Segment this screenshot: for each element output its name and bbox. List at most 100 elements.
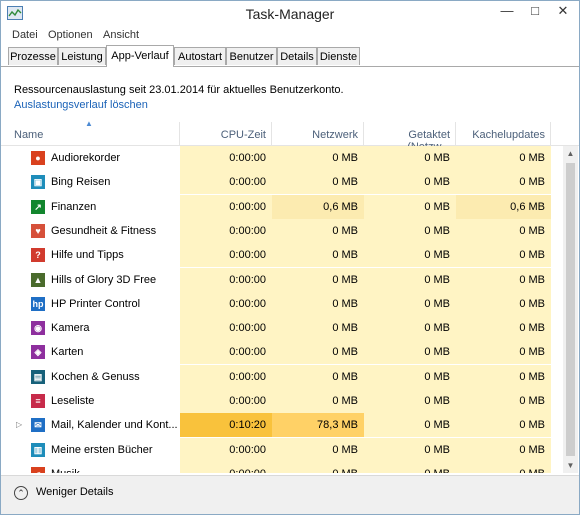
scroll-up-icon[interactable]: ▲ bbox=[563, 146, 578, 161]
menu-bar: Datei Optionen Ansicht bbox=[1, 27, 579, 44]
table-row[interactable]: ▷ ✉ Mail, Kalender und Kont... 0:10:20 78,3 … bbox=[1, 413, 563, 438]
table-row[interactable]: ♥ Gesundheit & Fitness 0:00:00 0 MB 0 MB 0 MB bbox=[1, 218, 563, 243]
table-row[interactable]: ◉ Kamera 0:00:00 0 MB 0 MB 0 MB bbox=[1, 316, 563, 341]
tile-updates-cell: 0 MB bbox=[456, 389, 551, 413]
cpu-time-cell: 0:00:00 bbox=[180, 146, 272, 170]
menu-optionen[interactable]: Optionen bbox=[48, 29, 93, 41]
table-row[interactable]: ♫Musik0:00:000 MB0 MB0 MB bbox=[1, 461, 563, 473]
metered-cell: 0 MB bbox=[364, 316, 456, 341]
suitcase-icon: ▣ bbox=[31, 175, 45, 190]
collapse-details-icon[interactable]: ⌃ bbox=[14, 486, 28, 500]
tab-app-verlauf[interactable]: App-Verlauf bbox=[106, 45, 174, 67]
column-header: ▲ Name CPU-Zeit Netzwerk Getaktet (Netzw… bbox=[1, 119, 579, 153]
microphone-icon: ● bbox=[31, 151, 45, 165]
network-cell: 0 MB bbox=[272, 291, 364, 316]
cpu-time-cell: 0:00:00 bbox=[180, 340, 272, 365]
minimize-button[interactable]: — bbox=[493, 1, 521, 21]
tile-updates-cell: 0 MB bbox=[456, 364, 551, 389]
table-row[interactable]: ● Audiorekorder 0:00:00 0 MB 0 MB 0 MB bbox=[1, 146, 563, 170]
network-cell: 0 MB bbox=[272, 364, 364, 389]
table-row[interactable]: ◈ Karten 0:00:00 0 MB 0 MB 0 MB bbox=[1, 340, 563, 365]
table-row[interactable]: hp HP Printer Control 0:00:00 0 MB 0 MB 0 MB bbox=[1, 291, 563, 316]
tab-dienste[interactable]: Dienste bbox=[317, 47, 360, 65]
column-name[interactable]: Name bbox=[14, 129, 43, 141]
scroll-thumb[interactable] bbox=[566, 163, 575, 456]
table-row[interactable]: ↗ Finanzen 0:00:00 0,6 MB 0 MB 0,6 MB bbox=[1, 194, 563, 219]
table-row[interactable]: ▲ Hills of Glory 3D Free 0:00:00 0 MB 0 MB 0 … bbox=[1, 267, 563, 292]
fewer-details-button[interactable]: Weniger Details bbox=[36, 486, 113, 498]
book-icon: ▥ bbox=[31, 442, 45, 457]
tile-updates-cell: 0 MB bbox=[456, 243, 551, 268]
cpu-time-cell: 0:00:00 bbox=[180, 461, 272, 473]
table-row[interactable]: ▤ Kochen & Genuss 0:00:00 0 MB 0 MB 0 MB bbox=[1, 364, 563, 389]
tab-details[interactable]: Details bbox=[277, 47, 317, 65]
tile-updates-cell: 0 MB bbox=[456, 316, 551, 341]
cpu-time-cell: 0:00:00 bbox=[180, 218, 272, 243]
mail-icon: ✉ bbox=[31, 418, 45, 433]
app-list: ● Audiorekorder 0:00:00 0 MB 0 MB 0 MB ▣ Bing R… bbox=[1, 146, 563, 473]
footer-bar: ⌃ Weniger Details bbox=[1, 475, 579, 514]
tile-updates-cell: 0 MB bbox=[456, 340, 551, 365]
help-icon: ? bbox=[31, 248, 45, 263]
network-cell: 0 MB bbox=[272, 218, 364, 243]
metered-cell: 0 MB bbox=[364, 218, 456, 243]
metered-cell: 0 MB bbox=[364, 389, 456, 413]
app-history-panel: Ressourcenauslastung seit 23.01.2014 für… bbox=[1, 67, 579, 475]
music-icon: ♫ bbox=[31, 466, 45, 473]
app-name: Kamera bbox=[51, 322, 90, 335]
app-name: Audiorekorder bbox=[51, 152, 121, 164]
network-cell: 0 MB bbox=[272, 316, 364, 341]
network-cell: 0 MB bbox=[272, 243, 364, 268]
app-name: Musik bbox=[51, 462, 80, 473]
cpu-time-cell: 0:00:00 bbox=[180, 170, 272, 195]
tab-benutzer[interactable]: Benutzer bbox=[226, 47, 277, 65]
column-divider[interactable] bbox=[550, 122, 551, 145]
clear-history-link[interactable]: Auslastungsverlauf löschen bbox=[14, 99, 148, 111]
table-row[interactable]: ▥ Meine ersten Bücher 0:00:00 0 MB 0 MB 0 MB bbox=[1, 437, 563, 462]
metered-cell: 0 MB bbox=[364, 170, 456, 195]
tile-updates-cell: 0,6 MB bbox=[456, 194, 551, 219]
app-name: Mail, Kalender und Kont... bbox=[51, 419, 178, 432]
cpu-time-cell: 0:00:00 bbox=[180, 364, 272, 389]
cpu-time-cell: 0:00:00 bbox=[180, 316, 272, 341]
table-row[interactable]: ? Hilfe und Tipps 0:00:00 0 MB 0 MB 0 MB bbox=[1, 243, 563, 268]
close-button[interactable]: ✕ bbox=[549, 1, 577, 21]
tile-updates-cell: 0 MB bbox=[456, 170, 551, 195]
tile-updates-cell: 0 MB bbox=[456, 413, 551, 438]
table-row[interactable]: ≡ Leseliste 0:00:00 0 MB 0 MB 0 MB bbox=[1, 389, 563, 413]
app-name: Finanzen bbox=[51, 200, 97, 213]
menu-datei[interactable]: Datei bbox=[12, 29, 38, 41]
metered-cell: 0 MB bbox=[364, 461, 456, 473]
metered-cell: 0 MB bbox=[364, 146, 456, 170]
column-tile-updates[interactable]: Kachelupdates bbox=[456, 129, 545, 141]
metered-cell: 0 MB bbox=[364, 291, 456, 316]
task-manager-window: Task-Manager — □ ✕ Datei Optionen Ansich… bbox=[0, 0, 580, 515]
hp-icon: hp bbox=[31, 296, 45, 311]
maximize-button[interactable]: □ bbox=[521, 1, 549, 21]
network-cell: 0 MB bbox=[272, 461, 364, 473]
app-name: Gesundheit & Fitness bbox=[51, 224, 157, 237]
sort-ascending-icon: ▲ bbox=[85, 119, 93, 128]
scroll-down-icon[interactable]: ▼ bbox=[563, 458, 578, 473]
cpu-time-cell: 0:00:00 bbox=[180, 194, 272, 219]
tab-leistung[interactable]: Leistung bbox=[58, 47, 106, 65]
heart-icon: ♥ bbox=[31, 223, 45, 238]
map-icon: ◈ bbox=[31, 345, 45, 360]
metered-cell: 0 MB bbox=[364, 437, 456, 462]
network-cell: 0 MB bbox=[272, 437, 364, 462]
column-cpu-time[interactable]: CPU-Zeit bbox=[180, 129, 266, 141]
network-cell: 0 MB bbox=[272, 146, 364, 170]
cpu-time-cell: 0:10:20 bbox=[180, 413, 272, 438]
camera-icon: ◉ bbox=[31, 321, 45, 336]
menu-ansicht[interactable]: Ansicht bbox=[103, 29, 139, 41]
network-cell: 0,6 MB bbox=[272, 194, 364, 219]
cooking-icon: ▤ bbox=[31, 369, 45, 384]
table-row[interactable]: ▣ Bing Reisen 0:00:00 0 MB 0 MB 0 MB bbox=[1, 170, 563, 195]
tab-strip: Prozesse Leistung App-Verlauf Autostart … bbox=[1, 45, 579, 67]
network-cell: 78,3 MB bbox=[272, 413, 364, 438]
column-network[interactable]: Netzwerk bbox=[272, 129, 358, 141]
vertical-scrollbar[interactable]: ▲ ▼ bbox=[563, 146, 578, 473]
expand-arrow-icon[interactable]: ▷ bbox=[16, 413, 22, 437]
tab-autostart[interactable]: Autostart bbox=[174, 47, 226, 65]
tab-prozesse[interactable]: Prozesse bbox=[8, 47, 58, 65]
